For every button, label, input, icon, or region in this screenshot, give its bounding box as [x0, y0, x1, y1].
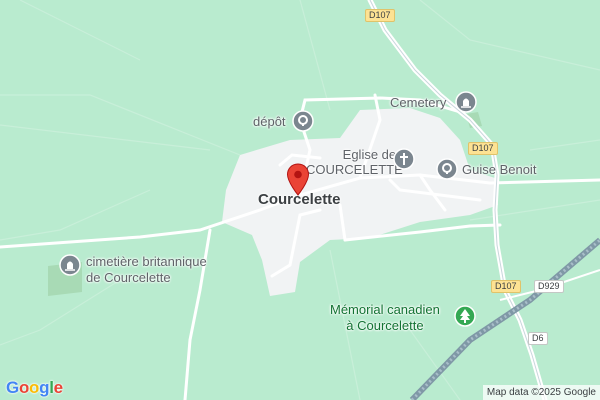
- cemetery-icon[interactable]: [455, 91, 477, 113]
- poi-depot-label[interactable]: dépôt: [253, 114, 286, 129]
- google-logo-letter: o: [18, 378, 30, 397]
- google-logo-letter: G: [6, 378, 19, 397]
- cemetery-icon[interactable]: [59, 254, 81, 276]
- road-shield-d107-low: D107: [491, 280, 521, 293]
- google-logo-letter: o: [29, 378, 40, 397]
- road-shield-d107-mid: D107: [468, 142, 498, 155]
- poi-cemetery-label[interactable]: Cemetery: [390, 95, 446, 110]
- poi-british-cemetery-line2: de Courcelette: [86, 270, 171, 285]
- poi-memorial-label[interactable]: Mémorial canadien à Courcelette: [330, 302, 440, 334]
- road-shield-d929: D929: [534, 280, 564, 293]
- church-cross-icon[interactable]: [393, 148, 415, 170]
- map-canvas[interactable]: D107 D107 D107 D929 D6 dépôt Cemetery Eg…: [0, 0, 600, 400]
- poi-british-cemetery-label[interactable]: cimetière britannique de Courcelette: [86, 254, 207, 286]
- poi-memorial-line1: Mémorial canadien: [330, 302, 440, 317]
- poi-memorial-line2: à Courcelette: [346, 318, 424, 333]
- poi-church-label-line1: Eglise de: [342, 147, 397, 162]
- poi-church-label-line2: COURCELETTE: [306, 162, 403, 177]
- google-logo-letter: g: [39, 378, 50, 397]
- park-tree-icon[interactable]: [454, 305, 476, 327]
- poi-church-label[interactable]: Eglise de COURCELETTE: [306, 147, 403, 177]
- road-shield-d6: D6: [528, 332, 548, 345]
- road-shield-d107-top: D107: [365, 9, 395, 22]
- google-logo[interactable]: Google: [6, 378, 63, 398]
- google-logo-letter: e: [53, 378, 63, 397]
- pin-circle-icon[interactable]: [436, 158, 458, 180]
- location-marker-icon[interactable]: [286, 163, 310, 197]
- poi-british-cemetery-line1: cimetière britannique: [86, 254, 207, 269]
- map-attribution[interactable]: Map data ©2025 Google: [482, 385, 600, 400]
- poi-guise-benoit-label[interactable]: Guise Benoit: [462, 162, 536, 177]
- pin-circle-icon[interactable]: [292, 110, 314, 132]
